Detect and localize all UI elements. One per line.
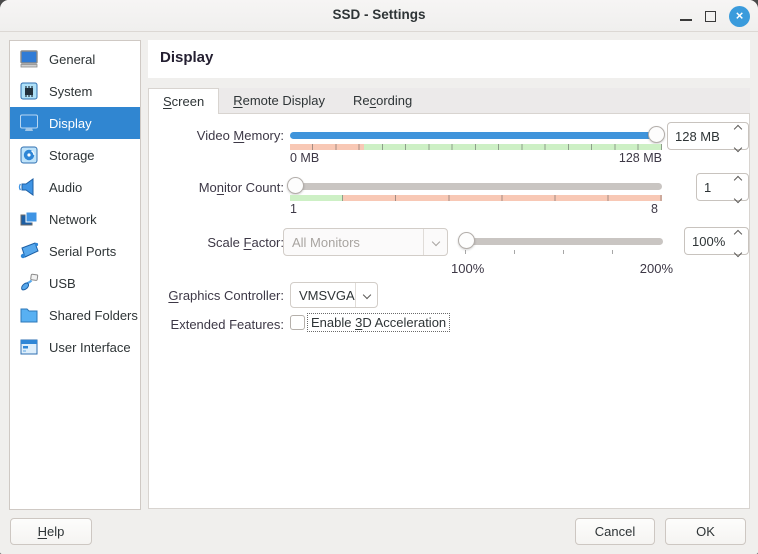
scale-factor-label: Scale Factor: (157, 235, 284, 250)
tab-recording[interactable]: Recording (339, 88, 426, 113)
scale-factor-slider-track[interactable] (461, 238, 663, 245)
scale-factor-scale: 100% 200% (451, 261, 673, 276)
minimize-icon (680, 19, 692, 21)
cancel-button[interactable]: Cancel (575, 518, 655, 545)
shared-folders-icon (18, 304, 40, 326)
titlebar[interactable]: SSD - Settings × (0, 0, 758, 32)
tab-bar: Screen Remote Display Recording (148, 88, 750, 113)
scale-factor-value[interactable]: 100% (685, 228, 728, 254)
scale-factor-monitor-dropdown[interactable]: All Monitors (283, 228, 448, 256)
monitor-count-value[interactable]: 1 (697, 174, 728, 200)
chevron-up-icon (734, 229, 742, 237)
chevron-down-icon (734, 194, 742, 202)
sidebar-item-audio[interactable]: Audio (10, 171, 140, 203)
screen-tab-panel: Video Memory: 0 MB 128 MB 128 MB (148, 113, 750, 509)
sidebar-item-storage[interactable]: Storage (10, 139, 140, 171)
sidebar-item-label: General (49, 52, 95, 67)
maximize-icon (705, 11, 716, 22)
help-button[interactable]: Help (10, 518, 92, 545)
sidebar-item-label: Audio (49, 180, 82, 195)
display-icon (18, 112, 40, 134)
sidebar-item-label: User Interface (49, 340, 131, 355)
monitor-count-spinbox: 1 (696, 173, 749, 201)
chevron-up-icon (734, 124, 742, 132)
storage-icon (18, 144, 40, 166)
sidebar-item-usb[interactable]: USB (10, 267, 140, 299)
ok-button[interactable]: OK (665, 518, 746, 545)
network-icon (18, 208, 40, 230)
video-memory-slider-handle[interactable] (648, 126, 665, 143)
spin-up-button[interactable] (735, 224, 741, 239)
chevron-down-icon (734, 248, 742, 256)
enable-3d-acceleration-checkbox-label[interactable]: Enable 3D Acceleration (309, 315, 448, 330)
scale-factor-slider[interactable] (461, 232, 663, 250)
close-button[interactable]: × (729, 6, 750, 27)
scale-factor-slider-handle[interactable] (458, 232, 475, 249)
sidebar-item-serial-ports[interactable]: Serial Ports (10, 235, 140, 267)
page-header: Display (148, 40, 750, 78)
video-memory-tick-strip (290, 144, 662, 150)
general-icon (18, 48, 40, 70)
video-memory-slider[interactable] (290, 126, 662, 144)
spin-down-button[interactable] (735, 244, 741, 259)
settings-window: SSD - Settings × General System Display … (0, 0, 758, 554)
sidebar-item-label: Storage (49, 148, 95, 163)
sidebar-item-label: Display (49, 116, 92, 131)
spin-up-button[interactable] (735, 119, 741, 134)
maximize-button[interactable] (705, 11, 716, 22)
extended-features-label: Extended Features: (157, 317, 284, 332)
video-memory-scale: 0 MB 128 MB (290, 151, 662, 165)
sidebar-item-display[interactable]: Display (10, 107, 140, 139)
video-memory-spinbox: 128 MB (667, 122, 749, 150)
sidebar-item-general[interactable]: General (10, 43, 140, 75)
sidebar-item-system[interactable]: System (10, 75, 140, 107)
graphics-controller-label: Graphics Controller: (157, 288, 284, 303)
spin-down-button[interactable] (735, 139, 741, 154)
sidebar-item-network[interactable]: Network (10, 203, 140, 235)
graphics-controller-dropdown[interactable]: VMSVGA (290, 282, 378, 308)
monitor-count-label: Monitor Count: (157, 180, 284, 195)
chevron-up-icon (734, 175, 742, 183)
sidebar-item-label: Network (49, 212, 97, 227)
tab-screen[interactable]: Screen (148, 88, 219, 114)
main-area: Display Screen Remote Display Recording … (148, 40, 750, 509)
system-icon (18, 80, 40, 102)
monitor-count-slider-track[interactable] (290, 183, 662, 190)
spin-down-button[interactable] (735, 190, 741, 205)
video-memory-value[interactable]: 128 MB (668, 123, 728, 149)
chevron-down-icon (734, 143, 742, 151)
sidebar-item-label: USB (49, 276, 76, 291)
close-icon: × (736, 8, 744, 23)
sidebar-item-label: System (49, 84, 92, 99)
audio-icon (18, 176, 40, 198)
page-title: Display (160, 49, 213, 66)
sidebar-item-label: Shared Folders (49, 308, 138, 323)
monitor-count-tick-strip (290, 195, 662, 201)
user-interface-icon (18, 336, 40, 358)
enable-3d-acceleration-checkbox[interactable] (290, 315, 305, 330)
chevron-down-icon (431, 237, 439, 245)
category-sidebar: General System Display Storage Audio Net… (9, 40, 141, 510)
window-title: SSD - Settings (0, 7, 758, 22)
sidebar-item-shared-folders[interactable]: Shared Folders (10, 299, 140, 331)
monitor-count-slider-handle[interactable] (287, 177, 304, 194)
tab-remote-display[interactable]: Remote Display (219, 88, 339, 113)
chevron-down-icon (362, 290, 370, 298)
sidebar-item-user-interface[interactable]: User Interface (10, 331, 140, 363)
usb-icon (18, 272, 40, 294)
spin-up-button[interactable] (735, 170, 741, 185)
scale-factor-tick-strip (465, 250, 661, 254)
monitor-count-slider[interactable] (290, 177, 662, 195)
video-memory-slider-track[interactable] (290, 132, 662, 139)
video-memory-label: Video Memory: (157, 128, 284, 143)
minimize-button[interactable] (680, 11, 692, 21)
scale-factor-spinbox: 100% (684, 227, 749, 255)
serial-ports-icon (18, 240, 40, 262)
sidebar-item-label: Serial Ports (49, 244, 116, 259)
monitor-count-scale: 1 8 (290, 202, 658, 216)
